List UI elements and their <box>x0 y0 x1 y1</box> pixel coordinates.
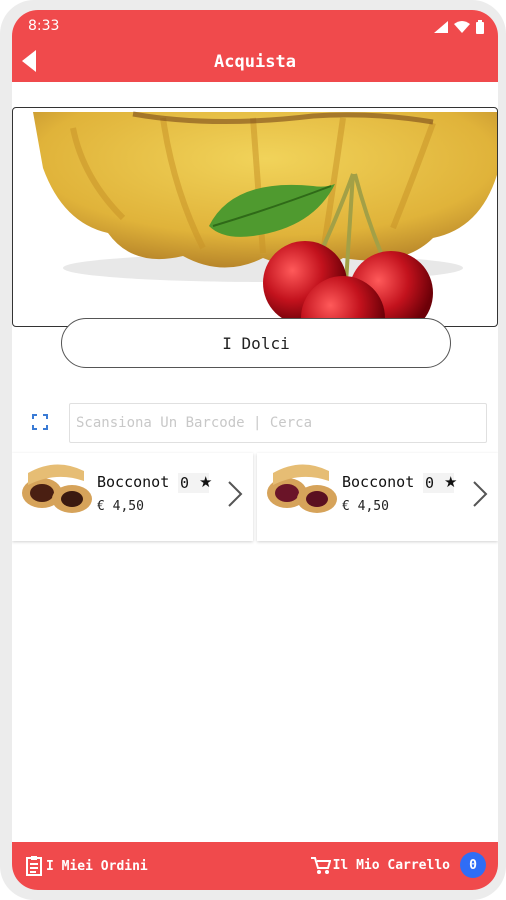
product-name: Bocconot <box>97 473 170 491</box>
wifi-icon <box>454 21 470 33</box>
product-price: € 4,50 <box>342 499 389 514</box>
favorite-star-icon[interactable]: ★ <box>199 473 212 491</box>
product-card[interactable]: Bocconot 0 ★ € 4,50 <box>257 453 498 541</box>
search-input[interactable] <box>69 403 487 443</box>
page-title: Acquista <box>214 52 296 72</box>
chevron-right-icon[interactable] <box>472 480 488 508</box>
favorite-star-icon[interactable]: ★ <box>444 473 457 491</box>
status-icons <box>434 20 484 34</box>
category-button[interactable]: I Dolci <box>61 318 451 368</box>
product-image <box>267 464 337 513</box>
cart-count-badge: 0 <box>460 852 486 878</box>
my-orders-label: I Miei Ordini <box>46 858 148 874</box>
chevron-right-icon[interactable] <box>227 480 243 508</box>
orders-icon <box>26 856 42 876</box>
app-bar: 8:33 Acquista <box>12 10 498 82</box>
cart-icon <box>310 857 331 874</box>
app-screen: 8:33 Acquista I Dolci Scansiona Un Barco… <box>12 10 498 890</box>
my-cart-label: Il Mio Carrello <box>332 857 450 873</box>
device-frame: 8:33 Acquista I Dolci Scansiona Un Barco… <box>0 0 506 900</box>
product-image <box>22 464 92 513</box>
status-time: 8:33 <box>28 18 60 34</box>
battery-icon <box>476 20 484 34</box>
my-orders-button[interactable]: I Miei Ordini <box>26 856 148 876</box>
category-banner-image <box>12 107 498 327</box>
product-price: € 4,50 <box>97 499 144 514</box>
scan-icon[interactable] <box>32 414 48 430</box>
product-card[interactable]: Bocconot 0 ★ € 4,50 <box>12 453 253 541</box>
my-cart-button[interactable]: Il Mio Carrello 0 <box>310 852 486 878</box>
signal-icon <box>434 21 448 33</box>
product-name: Bocconot <box>342 473 415 491</box>
bottom-bar: I Miei Ordini Il Mio Carrello 0 <box>12 842 498 890</box>
